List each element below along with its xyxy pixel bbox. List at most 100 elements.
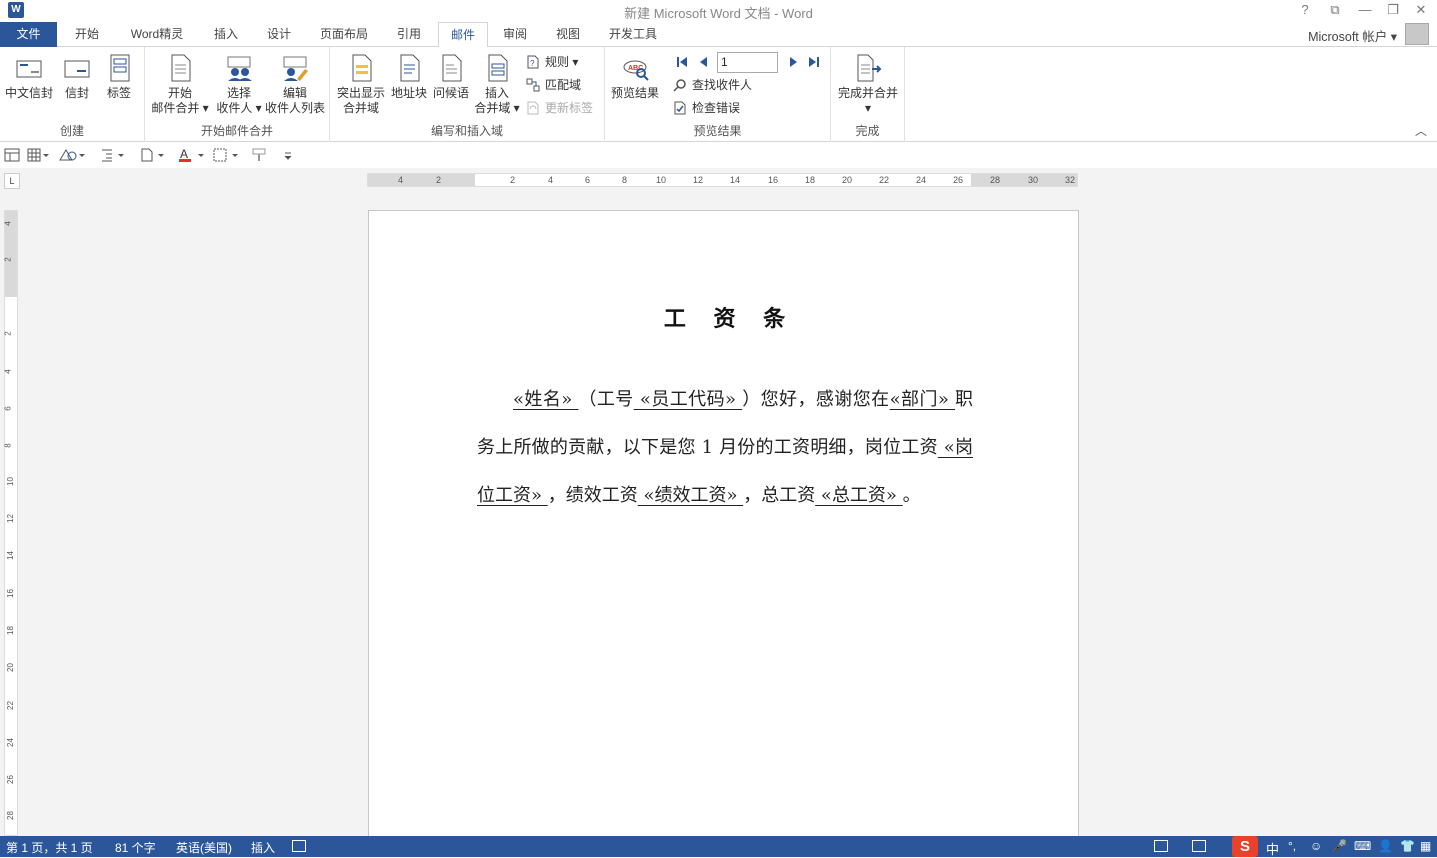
merge-field[interactable]: «绩效工资» — [638, 485, 743, 506]
emoji-icon[interactable]: ☺ — [1310, 839, 1322, 853]
microphone-icon[interactable]: 🎤 — [1332, 839, 1347, 853]
insert-merge-field-button[interactable]: 插入 合并域 ▾ — [474, 53, 520, 116]
first-record-icon[interactable] — [675, 55, 689, 69]
account-button[interactable]: Microsoft 帐户 ▾ — [1308, 26, 1397, 45]
ruler-tick: 26 — [953, 175, 964, 185]
punctuation-icon[interactable]: °, — [1288, 839, 1296, 853]
ruler-tick: 28 — [990, 175, 1001, 185]
find-recipient-button[interactable]: 查找收件人 — [673, 75, 752, 95]
keyboard-icon[interactable]: ⌨ — [1354, 839, 1371, 853]
page-count[interactable]: 第 1 页，共 1 页 — [6, 839, 93, 856]
finish-merge-label: 完成并合并 — [837, 86, 898, 100]
restore-button[interactable]: ❐ — [1379, 1, 1407, 19]
avatar[interactable] — [1405, 23, 1429, 45]
tab-review[interactable]: 审阅 — [494, 22, 536, 47]
match-fields-button[interactable]: 匹配域 — [526, 75, 581, 95]
ruler-tick: 2 — [436, 175, 442, 185]
update-labels-button[interactable]: 更新标签 — [526, 98, 593, 118]
table-icon[interactable] — [27, 148, 49, 162]
read-mode-icon[interactable] — [1154, 840, 1168, 852]
previous-record-icon[interactable] — [697, 55, 711, 69]
tab-mailings[interactable]: 邮件 — [438, 22, 488, 48]
ruler-tick: 24 — [5, 738, 15, 747]
finish-merge-button[interactable]: 完成并合并 ▾ — [834, 53, 902, 116]
font-color-icon[interactable]: A — [178, 148, 206, 162]
document-page[interactable]: 工 资 条 «姓名» （工号 «员工代码» ）您好，感谢您在«部门» 职务上所做… — [368, 210, 1079, 850]
user-icon[interactable]: 👤 — [1378, 839, 1393, 853]
format-painter-icon[interactable] — [250, 148, 270, 162]
check-errors-button[interactable]: 检查错误 — [673, 98, 740, 118]
body-text: ，总工资 — [743, 485, 816, 506]
tab-word-wizard[interactable]: Word精灵 — [120, 22, 194, 47]
print-layout-icon[interactable] — [1192, 840, 1206, 852]
help-icon[interactable]: ? — [1291, 1, 1319, 19]
document-title: 工 资 条 — [663, 306, 796, 332]
tab-insert[interactable]: 插入 — [205, 22, 247, 47]
customize-toolbar-icon[interactable] — [283, 148, 293, 162]
language-indicator[interactable]: 英语(美国) — [176, 839, 232, 856]
borders-icon[interactable] — [212, 148, 240, 162]
tab-developer[interactable]: 开发工具 — [600, 22, 666, 47]
highlight-merge-fields-button[interactable]: 突出显示 合并域 — [334, 53, 388, 116]
insert-field-icon — [488, 54, 508, 82]
ruler-tick: 20 — [842, 175, 853, 185]
tab-stop-selector[interactable]: L — [4, 173, 20, 189]
macro-record-icon[interactable] — [292, 840, 306, 852]
ruler-tick: 10 — [656, 175, 667, 185]
next-record-icon[interactable] — [786, 55, 800, 69]
group-write-insert-label: 编写和插入域 — [430, 124, 503, 138]
select-recipients-button[interactable]: 选择 收件人 ▾ — [213, 53, 265, 116]
shapes-icon[interactable] — [58, 148, 86, 162]
collapse-ribbon-icon[interactable]: ︿ — [1415, 122, 1427, 139]
envelopes-button[interactable]: 信封 — [58, 53, 96, 101]
start-mail-merge-button[interactable]: 开始 邮件合并 ▾ — [149, 53, 211, 116]
ribbon-display-options-icon[interactable]: ⧉ — [1321, 1, 1349, 19]
horizontal-ruler[interactable]: 4 2 2 4 6 8 10 12 14 16 18 20 22 24 26 2… — [367, 173, 1078, 187]
tab-references[interactable]: 引用 — [388, 22, 430, 47]
address-block-button[interactable]: 地址块 — [388, 53, 430, 101]
tab-home[interactable]: 开始 — [65, 22, 109, 47]
layout-icon[interactable] — [4, 148, 20, 162]
toolbox-icon[interactable]: ▦ — [1420, 839, 1431, 853]
document-body[interactable]: «姓名» （工号 «员工代码» ）您好，感谢您在«部门» 职务上所做的贡献，以下… — [477, 376, 973, 520]
tab-design[interactable]: 设计 — [258, 22, 300, 47]
update-labels-icon — [527, 101, 539, 115]
ime-mode[interactable]: 中 — [1266, 839, 1279, 858]
word-count[interactable]: 81 个字 — [115, 839, 156, 856]
edit-list-line2: 收件人列表 — [264, 101, 325, 115]
page-icon[interactable] — [140, 148, 166, 162]
tab-view[interactable]: 视图 — [547, 22, 589, 47]
envelopes-label: 信封 — [64, 86, 89, 100]
edit-recipient-list-button[interactable]: 编辑 收件人列表 — [263, 53, 327, 116]
merge-field[interactable]: «员工代码» — [634, 389, 742, 410]
ruler-tick: 20 — [5, 663, 15, 672]
labels-button[interactable]: 标签 — [100, 53, 138, 101]
close-button[interactable]: ✕ — [1407, 1, 1435, 19]
rules-label: 规则 — [545, 55, 570, 69]
rules-button[interactable]: ? 规则 ▾ — [526, 52, 578, 72]
tab-layout[interactable]: 页面布局 — [312, 22, 376, 47]
sogou-ime-icon[interactable]: S — [1232, 836, 1258, 857]
group-preview-label: 预览结果 — [693, 124, 742, 138]
greeting-line-button[interactable]: 问候语 — [430, 53, 472, 101]
last-record-icon[interactable] — [807, 55, 821, 69]
preview-results-button[interactable]: ABC 预览结果 — [608, 53, 662, 101]
merge-field[interactable]: «姓名» — [513, 389, 578, 410]
edit-list-line1: 编辑 — [282, 86, 307, 100]
svg-text:?: ? — [530, 59, 535, 68]
tab-file[interactable]: 文件 — [0, 22, 57, 47]
body-text: ）您好，感谢您在 — [742, 389, 890, 410]
merge-field[interactable]: «总工资» — [815, 485, 902, 506]
chinese-envelope-button[interactable]: 中文信封 — [4, 53, 54, 101]
labels-icon — [110, 54, 130, 82]
skin-icon[interactable]: 👕 — [1400, 839, 1415, 853]
vertical-ruler[interactable]: 4 2 2 4 6 8 10 12 14 16 18 20 22 24 26 2… — [4, 210, 18, 836]
merge-field[interactable]: «部门» — [890, 389, 955, 410]
insert-mode[interactable]: 插入 — [251, 839, 275, 856]
minimize-button[interactable]: — — [1351, 1, 1379, 19]
ruler-tick: 6 — [585, 175, 591, 185]
address-block-label: 地址块 — [390, 86, 427, 100]
preview-results-label: 预览结果 — [610, 86, 659, 100]
record-number-input[interactable]: 1 — [717, 52, 778, 73]
indent-icon[interactable] — [100, 148, 126, 162]
